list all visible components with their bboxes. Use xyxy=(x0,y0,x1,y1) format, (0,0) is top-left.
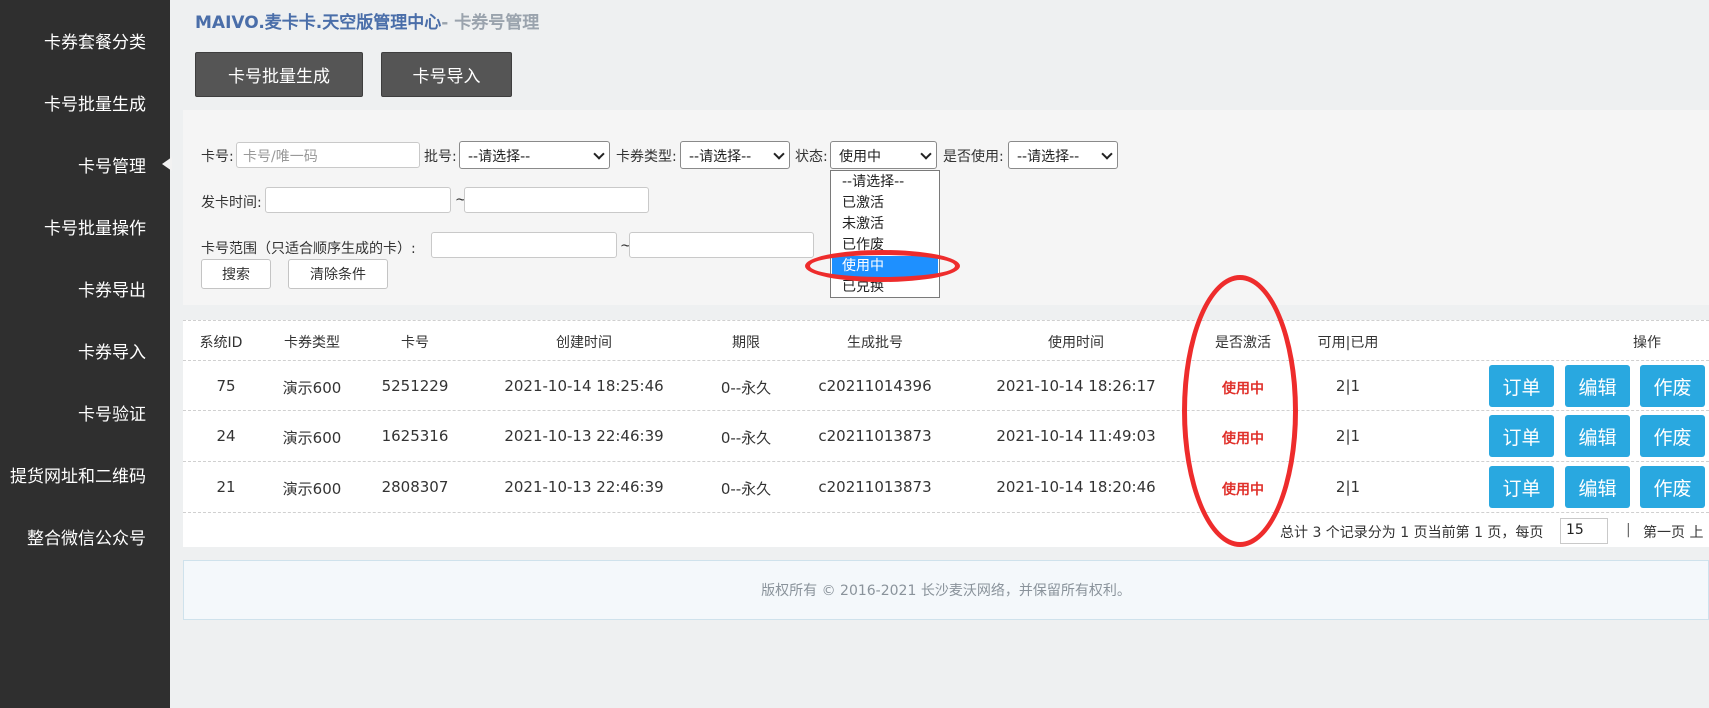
page-size-input[interactable]: 15 xyxy=(1560,518,1608,544)
cell-term: 0--永久 xyxy=(720,379,772,397)
void-button[interactable]: 作废 xyxy=(1640,365,1705,407)
cell-card-no: 2808307 xyxy=(381,478,449,496)
cell-batch: c20211014396 xyxy=(818,377,932,395)
sidebar-item-verify[interactable]: 卡号验证 xyxy=(78,400,146,425)
cell-term: 0--永久 xyxy=(720,480,772,498)
range-start-input[interactable] xyxy=(431,232,617,258)
table-divider xyxy=(183,410,1709,411)
void-button[interactable]: 作废 xyxy=(1640,466,1705,508)
clear-conditions-button[interactable]: 清除条件 xyxy=(288,259,388,289)
order-button[interactable]: 订单 xyxy=(1489,466,1554,508)
sidebar: 卡券套餐分类 卡号批量生成 卡号管理 卡号批量操作 卡券导出 卡券导入 卡号验证… xyxy=(0,0,172,708)
order-button[interactable]: 订单 xyxy=(1489,365,1554,407)
sidebar-item-export[interactable]: 卡券导出 xyxy=(78,276,146,301)
batch-label: 批号: xyxy=(424,149,457,165)
cell-created: 2021-10-14 18:25:46 xyxy=(504,377,664,395)
status-select[interactable]: 使用中 xyxy=(830,141,937,169)
table-divider xyxy=(183,320,1709,321)
cell-type: 演示600 xyxy=(282,429,342,447)
cell-used-time: 2021-10-14 18:26:17 xyxy=(996,377,1156,395)
cell-avail-used: 2|1 xyxy=(1335,478,1361,496)
page-title: MAIVO.麦卡卡.天空版管理中心- 卡券号管理 xyxy=(195,8,539,33)
copyright-text: 版权所有 © 2016-2021 长沙麦沃网络，并保留所有权利。 xyxy=(761,583,1131,599)
cell-used-time: 2021-10-14 11:49:03 xyxy=(996,427,1156,445)
type-select-value: --请选择-- xyxy=(689,149,752,165)
annotation-oval-status-column xyxy=(1182,275,1298,547)
edit-button[interactable]: 编辑 xyxy=(1565,415,1630,457)
sidebar-item-wechat[interactable]: 整合微信公众号 xyxy=(27,524,146,549)
issue-time-start-input[interactable] xyxy=(265,187,451,213)
table-divider xyxy=(183,360,1709,361)
column-header-used-time: 使用时间 xyxy=(1048,335,1104,351)
table-divider xyxy=(183,461,1709,462)
cell-card-no: 5251229 xyxy=(381,377,449,395)
search-button[interactable]: 搜索 xyxy=(201,259,271,289)
column-header-type: 卡券类型 xyxy=(284,335,340,351)
chevron-down-icon xyxy=(773,148,785,160)
cell-id: 21 xyxy=(216,478,236,496)
order-button[interactable]: 订单 xyxy=(1489,415,1554,457)
dropdown-option[interactable]: 已激活 xyxy=(832,193,938,214)
sidebar-item-pickup-url-qrcode[interactable]: 提货网址和二维码 xyxy=(10,462,146,487)
cell-created: 2021-10-13 22:46:39 xyxy=(504,478,664,496)
sidebar-item-import[interactable]: 卡券导入 xyxy=(78,338,146,363)
cell-type: 演示600 xyxy=(282,480,342,498)
sidebar-item-package-category[interactable]: 卡券套餐分类 xyxy=(44,28,146,53)
batch-generate-button[interactable]: 卡号批量生成 xyxy=(195,52,363,97)
footer: 版权所有 © 2016-2021 长沙麦沃网络，并保留所有权利。 xyxy=(183,560,1709,620)
cell-avail-used: 2|1 xyxy=(1335,427,1361,445)
batch-select-value: --请选择-- xyxy=(468,149,531,165)
void-button[interactable]: 作废 xyxy=(1640,415,1705,457)
range-label: 卡号范围（只适合顺序生成的卡）: xyxy=(201,241,416,257)
issue-time-end-input[interactable] xyxy=(464,187,649,213)
cell-type: 演示600 xyxy=(282,379,342,397)
cell-id: 24 xyxy=(216,427,236,445)
used-select[interactable]: --请选择-- xyxy=(1008,141,1118,169)
column-header-avail-used: 可用|已用 xyxy=(1317,335,1379,351)
column-header-id: 系统ID xyxy=(199,335,243,351)
chevron-down-icon xyxy=(920,148,932,160)
chevron-down-icon xyxy=(593,148,605,160)
used-select-value: --请选择-- xyxy=(1017,149,1080,165)
column-header-batch: 生成批号 xyxy=(847,335,903,351)
status-select-value: 使用中 xyxy=(839,149,881,165)
cell-avail-used: 2|1 xyxy=(1335,377,1361,395)
column-header-card-no: 卡号 xyxy=(401,335,429,351)
sidebar-item-batch-generate[interactable]: 卡号批量生成 xyxy=(44,90,146,115)
table-divider xyxy=(183,512,1709,513)
card-no-input[interactable]: 卡号/唯一码 xyxy=(236,142,420,168)
annotation-oval-dropdown xyxy=(805,250,960,282)
dropdown-option[interactable]: --请选择-- xyxy=(832,172,938,193)
type-label: 卡券类型: xyxy=(616,149,677,165)
cell-created: 2021-10-13 22:46:39 xyxy=(504,427,664,445)
cell-term: 0--永久 xyxy=(720,429,772,447)
type-select[interactable]: --请选择-- xyxy=(680,141,790,169)
range-end-input[interactable] xyxy=(629,232,814,258)
chevron-down-icon xyxy=(1101,148,1113,160)
card-no-label: 卡号: xyxy=(201,149,234,165)
edit-button[interactable]: 编辑 xyxy=(1565,365,1630,407)
column-header-actions: 操作 xyxy=(1633,335,1661,351)
cell-batch: c20211013873 xyxy=(818,427,932,445)
cell-used-time: 2021-10-14 18:20:46 xyxy=(996,478,1156,496)
dropdown-option[interactable]: 未激活 xyxy=(832,214,938,235)
batch-select[interactable]: --请选择-- xyxy=(459,141,610,169)
first-page-link[interactable]: 第一页 上 xyxy=(1643,522,1703,542)
sidebar-item-card-management[interactable]: 卡号管理 xyxy=(78,152,172,177)
issue-time-label: 发卡时间: xyxy=(201,195,262,211)
edit-button[interactable]: 编辑 xyxy=(1565,466,1630,508)
used-label: 是否使用: xyxy=(943,149,1004,165)
app-title: MAIVO.麦卡卡.天空版管理中心 xyxy=(195,13,442,33)
import-button[interactable]: 卡号导入 xyxy=(381,52,512,97)
page-subtitle: - 卡券号管理 xyxy=(441,13,540,33)
cell-batch: c20211013873 xyxy=(818,478,932,496)
column-header-created: 创建时间 xyxy=(556,335,612,351)
pagination-separator: | xyxy=(1626,522,1631,538)
pagination-summary: 总计 3 个记录分为 1 页当前第 1 页，每页 xyxy=(1280,525,1544,541)
status-label: 状态: xyxy=(795,149,828,165)
column-header-term: 期限 xyxy=(732,335,760,351)
cell-card-no: 1625316 xyxy=(381,427,449,445)
cell-id: 75 xyxy=(216,377,236,395)
sidebar-item-batch-operation[interactable]: 卡号批量操作 xyxy=(44,214,146,239)
